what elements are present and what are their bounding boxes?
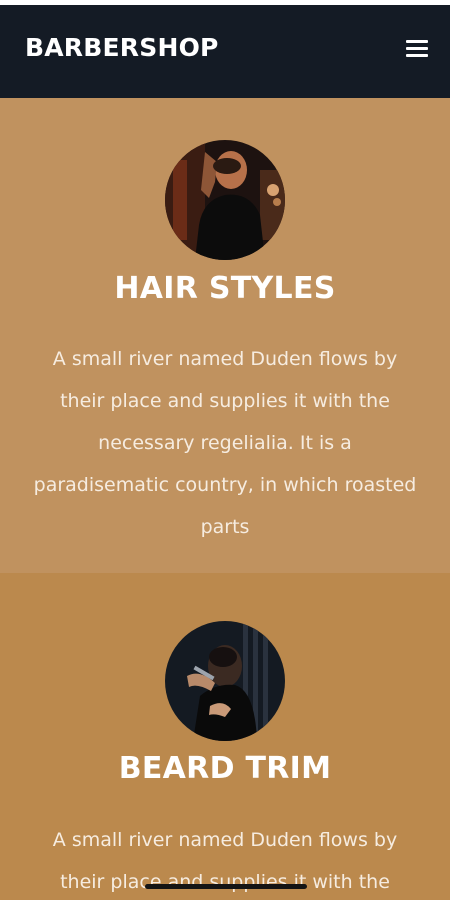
menu-line bbox=[406, 40, 428, 43]
home-indicator[interactable] bbox=[145, 884, 307, 889]
service-beard-trim: BEARD TRIM A small river named Duden flo… bbox=[0, 573, 450, 900]
hamburger-menu-icon[interactable] bbox=[406, 39, 428, 59]
brand-logo[interactable]: BARBERSHOP bbox=[25, 33, 219, 62]
service-description: A small river named Duden flows by their… bbox=[33, 348, 417, 538]
menu-line bbox=[406, 47, 428, 50]
service-title: BEARD TRIM bbox=[118, 751, 332, 786]
barber-cutting-hair-photo bbox=[165, 621, 285, 741]
service-image bbox=[165, 621, 285, 741]
service-hair-styles: HAIR STYLES A small river named Duden fl… bbox=[0, 98, 450, 573]
navbar: BARBERSHOP bbox=[0, 5, 450, 98]
barber-portrait-photo bbox=[165, 140, 285, 260]
app-screen: BARBERSHOP HAIR STYLES A small river nam bbox=[0, 0, 454, 900]
service-title: HAIR STYLES bbox=[114, 271, 336, 306]
service-image bbox=[165, 140, 285, 260]
menu-line bbox=[406, 54, 428, 57]
